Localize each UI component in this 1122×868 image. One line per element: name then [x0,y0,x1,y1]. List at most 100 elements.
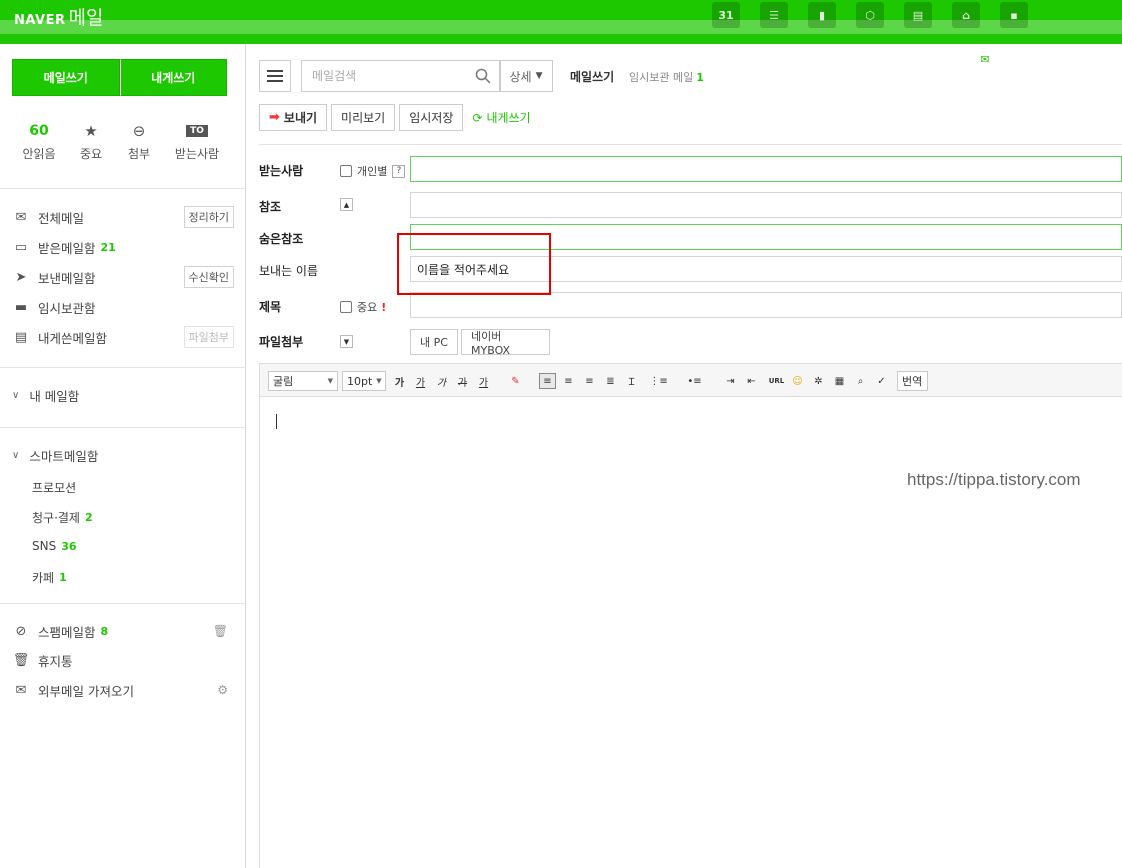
office-icon[interactable]: ▪ [1000,2,1028,28]
editor-toolbar: 굴림 ▼ 10pt ▼ 가 가 가 가 가 ✎ ≡ ≡ ≡ ≣ Ɪ ⋮≡ •≡ ⇥ … [259,363,1122,397]
help-icon[interactable]: ? [392,164,406,178]
indent-icon[interactable]: ⇥ [722,373,739,389]
sidebar-item-all-mail[interactable]: ✉ 전체메일 정리하기 [12,205,234,229]
emoticon-icon[interactable]: ☺ [789,373,806,389]
trash-icon[interactable]: 🗑 [213,624,228,638]
cloud-icon[interactable]: ⬡ [856,2,884,28]
preview-button[interactable]: 미리보기 [331,104,396,131]
caret-up-icon[interactable]: ▲ [340,198,353,211]
self-write-link[interactable]: ⟳ 내게쓰기 [472,109,530,126]
my-mailbox-toggle[interactable]: ∨ 내 메일함 [12,386,79,405]
table-icon[interactable]: ▦ [831,373,848,389]
underline-button[interactable]: 가 [412,373,429,389]
recipient-filter[interactable]: TO 받는사람 [167,120,227,162]
subject-input[interactable] [411,293,1121,317]
highlight-color-icon[interactable]: ✎ [507,373,524,389]
line-height-icon[interactable]: Ɪ [623,373,640,389]
mybox-button[interactable]: 네이버 MYBOX [461,329,550,357]
inbox-icon: ▭ [14,239,28,255]
sidebar-item-label: 스팸메일함 [38,624,96,640]
translate-button[interactable]: 번역 [897,371,928,391]
menu-button[interactable] [259,60,291,92]
sidebar-item-spam[interactable]: ⊘ 스팸메일함 8 🗑 [12,619,234,643]
align-justify-icon[interactable]: ≣ [602,373,619,389]
hamburger-icon [267,75,283,77]
watermark: https://tippa.tistory.com [907,470,1081,489]
url-button[interactable]: URL [768,373,785,389]
to-input[interactable] [411,157,1121,181]
chevron-down-icon: ∨ [12,390,20,401]
contacts-icon[interactable]: ▮ [808,2,836,28]
smart-item-cafe[interactable]: 카페 1 [32,569,67,586]
smart-item-promotion[interactable]: 프로모션 [32,479,76,496]
exclamation-icon: ! [381,300,387,314]
bold-button[interactable]: 가 [391,373,408,389]
special-char-icon[interactable]: ✲ [810,373,827,389]
italic-button[interactable]: 가 [433,373,450,389]
align-center-icon[interactable]: ≡ [560,373,577,389]
unread-count: 60 [29,123,49,139]
send-button[interactable]: ➡ 보내기 [259,104,328,131]
service-icons: ✉ 31 ☰ ▮ ⬡ ▤ ⌂ ▪ [712,2,1048,72]
memo-icon[interactable]: ▤ [904,2,932,28]
cc-input[interactable] [411,193,1121,217]
important-option[interactable]: 중요 ! [340,299,386,315]
calendar-icon[interactable]: 31 [712,2,740,28]
sidebar-item-drafts[interactable]: ▬ 임시보관함 [12,295,234,319]
smart-item-billing[interactable]: 청구·결제 2 [32,509,93,526]
read-receipt-button[interactable]: 수신확인 [183,266,234,288]
sidebar-item-label: 내게쓴메일함 [38,330,108,346]
home-icon[interactable]: ⌂ [952,2,980,28]
spellcheck-icon[interactable]: ✓ [873,373,890,389]
search-detail-button[interactable]: 상세 ▼ [499,60,553,92]
sidebar-item-external[interactable]: ✉ 외부메일 가져오기 ⚙ [12,678,234,702]
smart-mailbox-toggle[interactable]: ∨ 스마트메일함 [12,446,98,465]
individual-checkbox[interactable] [340,165,352,177]
search-input[interactable] [302,62,468,90]
caret-down-icon[interactable]: ▼ [340,335,353,348]
to-field[interactable] [410,156,1122,182]
write-mail-button[interactable]: 메일쓰기 [12,59,120,96]
editor-body[interactable]: https://tippa.tistory.com [259,397,1122,868]
sidebar-item-self-mail[interactable]: ▤ 내게쓴메일함 파일첨부 [12,325,234,349]
outdent-icon[interactable]: ⇤ [743,373,760,389]
align-right-icon[interactable]: ≡ [581,373,598,389]
cc-field[interactable] [410,192,1122,218]
divider [259,144,1122,145]
subject-field[interactable] [410,292,1122,318]
gear-icon[interactable]: ⚙ [217,683,228,697]
sidebar-item-trash[interactable]: 🗑 휴지통 [12,648,234,672]
smart-item-sns[interactable]: SNS 36 [32,539,77,553]
numbered-list-icon[interactable]: ⋮≡ [649,373,667,389]
write-self-button[interactable]: 내게쓰기 [119,59,227,96]
organize-button[interactable]: 정리하기 [183,206,234,228]
sidebar-item-sent[interactable]: ➤ 보낸메일함 수신확인 [12,265,234,289]
my-pc-button[interactable]: 내 PC [410,329,458,355]
important-checkbox[interactable] [340,301,352,313]
attach-label: 첨부 [127,147,151,161]
font-select[interactable]: 굴림 ▼ [268,371,338,391]
save-draft-button[interactable]: 임시저장 [399,104,464,131]
size-select[interactable]: 10pt ▼ [342,371,386,391]
align-left-icon[interactable]: ≡ [539,373,556,389]
sidebar-item-inbox[interactable]: ▭ 받은메일함 21 [12,235,234,259]
attachment-button[interactable]: 파일첨부 [183,326,234,348]
list-icon[interactable]: ☰ [760,2,788,28]
draft-info[interactable]: 임시보관 메일 1 [629,69,704,85]
spam-count: 8 [100,624,109,638]
font-value: 굴림 [273,375,294,388]
attach-label: 파일첨부 [259,335,304,349]
attach-filter[interactable]: ⊘ 첨부 [109,120,169,162]
font-color-button[interactable]: 가 [475,373,492,389]
individual-option[interactable]: 개인별 ? [340,163,406,179]
find-icon[interactable]: ⌕ [852,373,869,389]
strike-button[interactable]: 가 [454,373,471,389]
self-write-label: 내게쓰기 [486,111,531,125]
bullet-list-icon[interactable]: •≡ [686,373,703,389]
search-icon[interactable] [468,68,498,84]
naver-mail-logo[interactable]: NAVER 메일 [14,3,103,30]
unread-filter[interactable]: 60 안읽음 [9,120,69,162]
sidebar-item-label: 휴지통 [38,653,73,669]
attach-toggle[interactable]: ▼ [340,335,353,348]
cc-toggle[interactable]: ▲ [340,198,353,211]
